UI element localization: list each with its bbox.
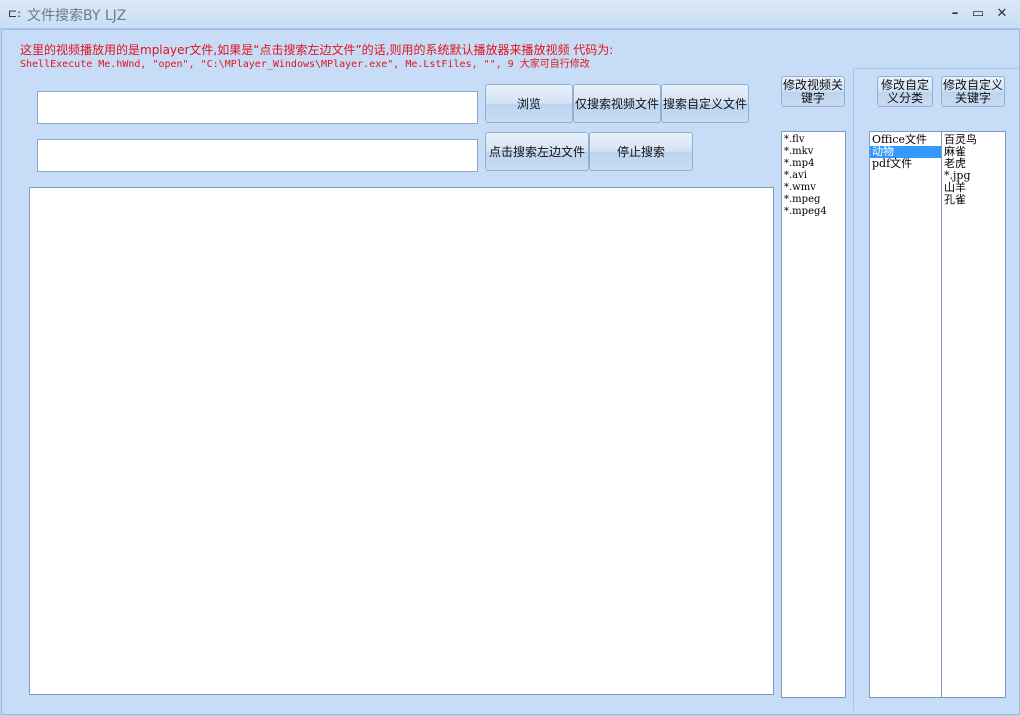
list-item[interactable]: *.mpeg [782, 194, 845, 206]
category-list[interactable]: Office文件 动物 pdf文件 [869, 131, 943, 698]
browse-button[interactable]: 浏览 [485, 84, 573, 123]
code-note: ShellExecute Me.hWnd, "open", "C:\MPlaye… [20, 59, 590, 70]
custom-search-button[interactable]: 搜索自定义文件 [661, 84, 749, 123]
list-item[interactable]: *.mpeg4 [782, 206, 845, 218]
window-title: 文件搜索BY LJZ [27, 8, 127, 24]
minimize-button[interactable]: – [945, 5, 965, 23]
title-bar: ⊏: 文件搜索BY LJZ – ▭ ✕ [0, 0, 1020, 29]
maximize-button[interactable]: ▭ [968, 5, 988, 23]
list-item[interactable]: *.mp4 [782, 158, 845, 170]
path-input[interactable] [37, 91, 478, 124]
custom-keywords-list[interactable]: 百灵鸟 麻雀 老虎 *.jpg 山羊 孔雀 [941, 131, 1006, 698]
video-keywords-list[interactable]: *.flv *.mkv *.mp4 *.avi *.wmv *.mpeg *.m… [781, 131, 846, 698]
close-button[interactable]: ✕ [992, 5, 1012, 23]
click-search-left-button[interactable]: 点击搜索左边文件 [485, 132, 589, 171]
search-text-input[interactable] [37, 139, 478, 172]
list-item[interactable]: *.flv [782, 134, 845, 146]
list-item[interactable]: 孔雀 [942, 194, 1005, 206]
list-item[interactable]: *.avi [782, 170, 845, 182]
video-only-search-button[interactable]: 仅搜索视频文件 [573, 84, 661, 123]
edit-video-keywords-button[interactable]: 修改视频关键字 [781, 76, 845, 107]
list-item[interactable]: *.wmv [782, 182, 845, 194]
app-icon: ⊏: [8, 7, 21, 20]
list-item[interactable]: pdf文件 [870, 158, 942, 170]
stop-search-button[interactable]: 停止搜索 [589, 132, 693, 171]
results-list[interactable] [29, 187, 774, 695]
list-item[interactable]: *.mkv [782, 146, 845, 158]
